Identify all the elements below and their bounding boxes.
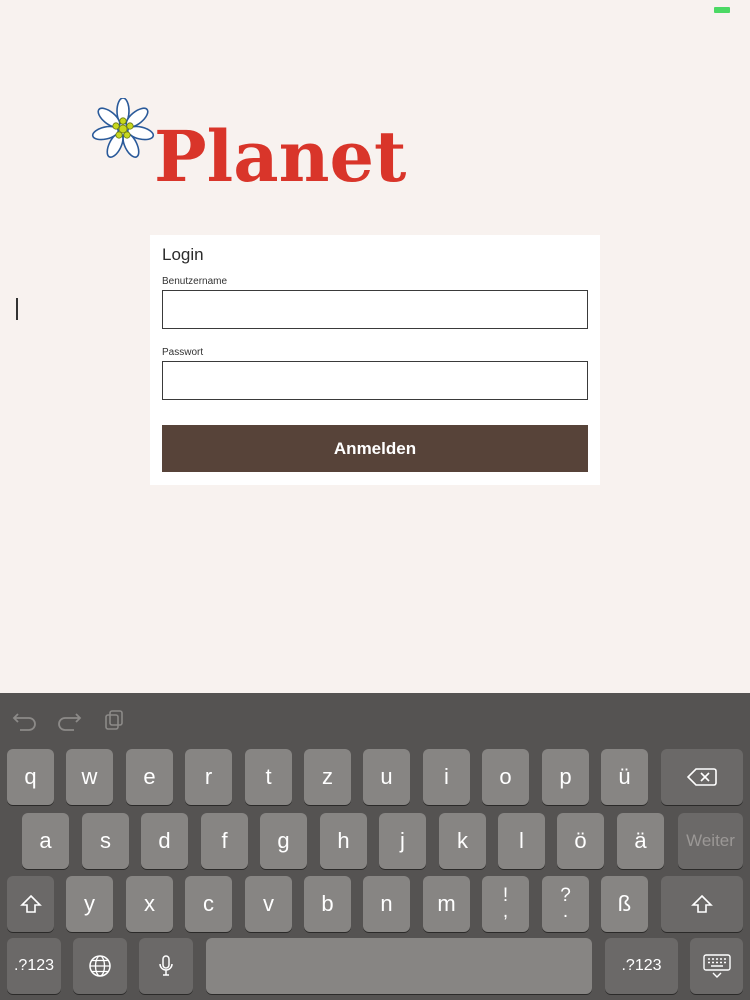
return-key[interactable]: Weiter [678, 813, 743, 869]
key-c[interactable]: c [185, 876, 232, 932]
brand-name: Planet [154, 115, 407, 198]
redo-icon[interactable] [56, 709, 82, 731]
backspace-icon [687, 768, 717, 786]
username-label: Benutzername [162, 276, 228, 287]
numbers-key-left[interactable]: .?123 [7, 938, 61, 994]
key-oe[interactable]: ö [557, 813, 604, 869]
key-a[interactable]: a [22, 813, 69, 869]
key-t[interactable]: t [245, 749, 292, 805]
key-n[interactable]: n [363, 876, 410, 932]
shift-icon [19, 894, 42, 913]
key-ue[interactable]: ü [601, 749, 648, 805]
shift-key-right[interactable] [661, 876, 743, 932]
password-label: Passwort [162, 347, 204, 358]
key-x[interactable]: x [126, 876, 173, 932]
paste-icon[interactable] [102, 709, 128, 731]
key-exclamation-comma[interactable]: !, [482, 876, 529, 932]
key-sharp-s[interactable]: ß [601, 876, 648, 932]
key-d[interactable]: d [141, 813, 188, 869]
username-input[interactable] [162, 290, 588, 329]
battery-icon [714, 7, 730, 13]
key-i[interactable]: i [423, 749, 470, 805]
onscreen-keyboard: q w e r t z u i o p ü a s d f g h j k l … [0, 693, 750, 1000]
login-button[interactable]: Anmelden [162, 425, 588, 472]
edelweiss-icon [91, 98, 155, 158]
key-f[interactable]: f [201, 813, 248, 869]
key-j[interactable]: j [379, 813, 426, 869]
key-b[interactable]: b [304, 876, 351, 932]
key-z[interactable]: z [304, 749, 351, 805]
key-q[interactable]: q [7, 749, 54, 805]
hide-keyboard-key[interactable] [690, 938, 743, 994]
space-key[interactable] [206, 938, 592, 994]
password-input[interactable] [162, 361, 588, 400]
undo-icon[interactable] [12, 709, 38, 731]
key-w[interactable]: w [66, 749, 113, 805]
key-o[interactable]: o [482, 749, 529, 805]
login-card: Login Benutzername Passwort Anmelden [150, 235, 600, 485]
key-v[interactable]: v [245, 876, 292, 932]
login-title: Login [162, 245, 204, 264]
key-h[interactable]: h [320, 813, 367, 869]
numbers-key-right[interactable]: .?123 [605, 938, 678, 994]
keyboard-toolbar [0, 693, 750, 743]
shift-key-left[interactable] [7, 876, 54, 932]
key-s[interactable]: s [82, 813, 129, 869]
key-r[interactable]: r [185, 749, 232, 805]
key-u[interactable]: u [363, 749, 410, 805]
keyboard-dismiss-icon [702, 954, 731, 978]
microphone-icon [159, 955, 173, 976]
key-y[interactable]: y [66, 876, 113, 932]
key-e[interactable]: e [126, 749, 173, 805]
key-k[interactable]: k [439, 813, 486, 869]
key-period-bottom: . [562, 901, 569, 922]
key-ae[interactable]: ä [617, 813, 664, 869]
status-bar [0, 0, 750, 20]
backspace-key[interactable] [661, 749, 743, 805]
shift-icon [691, 894, 713, 913]
key-p[interactable]: p [542, 749, 589, 805]
globe-icon [89, 955, 111, 977]
key-question-period[interactable]: ?. [542, 876, 589, 932]
key-l[interactable]: l [498, 813, 545, 869]
dictation-key[interactable] [139, 938, 193, 994]
text-cursor [16, 298, 18, 320]
key-g[interactable]: g [260, 813, 307, 869]
planet-logo: Planet [90, 98, 406, 208]
key-m[interactable]: m [423, 876, 470, 932]
key-comma-bottom: , [502, 901, 509, 922]
globe-key[interactable] [73, 938, 127, 994]
